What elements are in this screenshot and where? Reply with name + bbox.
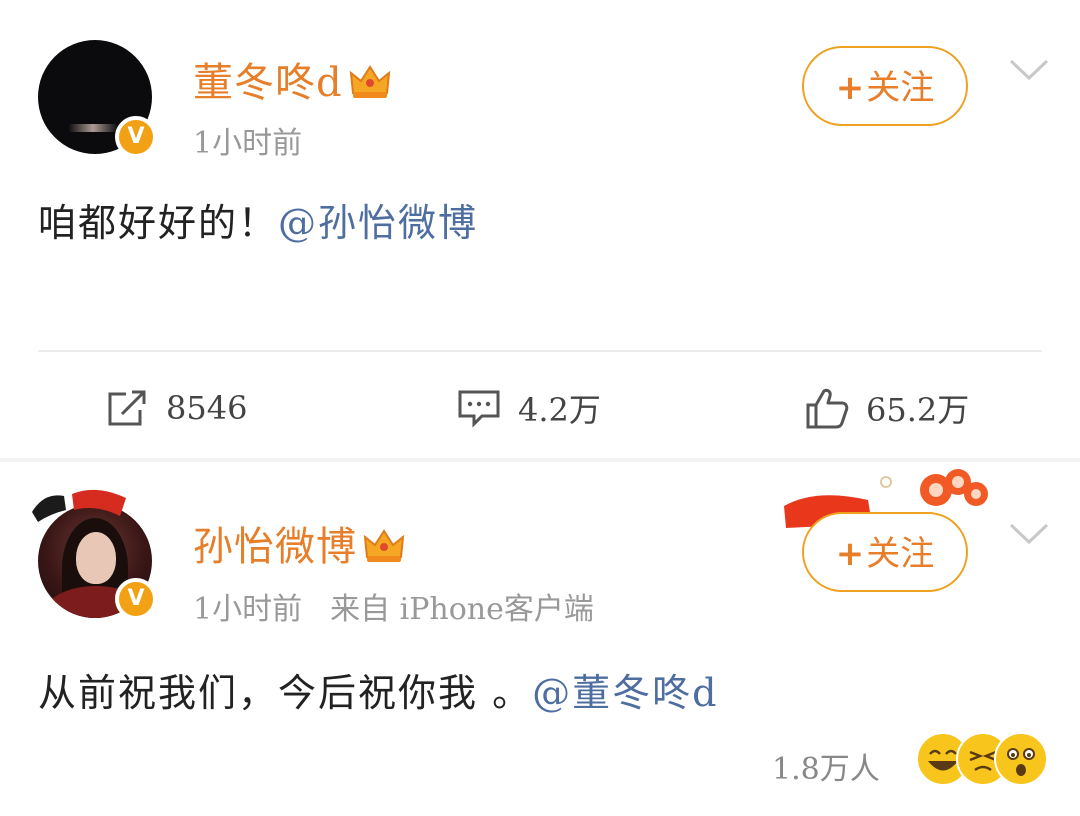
content-text: 从前祝我们，今后祝你我 。 [38, 671, 533, 715]
repost-button[interactable]: 8546 [104, 386, 247, 430]
verified-v-icon: V [115, 578, 157, 620]
divider [38, 350, 1042, 352]
content-text: 咱都好好的！ [38, 201, 279, 245]
reaction-emojis[interactable] [916, 732, 1048, 788]
post-source: 来自 iPhone客户端 [330, 592, 594, 627]
weibo-post-2: V 孙怡微博 1小时前 来自 iPhone客户端 +关注 从前祝我们，今后祝你我 … [0, 462, 1080, 816]
plus-icon: + [835, 534, 865, 574]
avatar-decoration [32, 489, 126, 522]
surprised-emoji [994, 732, 1048, 786]
post-meta: 1小时前 [193, 118, 330, 162]
crown-icon [349, 65, 390, 98]
follow-button[interactable]: +关注 [802, 512, 968, 592]
post-meta: 1小时前 来自 iPhone客户端 [193, 584, 622, 628]
chevron-down-icon[interactable] [1008, 58, 1050, 82]
follow-button[interactable]: +关注 [802, 46, 968, 126]
mention-link[interactable]: @孙怡微博 [278, 201, 478, 245]
verified-v-icon: V [115, 116, 157, 158]
repost-count: 8546 [166, 389, 248, 427]
post-content: 咱都好好的！@孙怡微博 [38, 192, 478, 247]
like-count: 65.2万 [866, 391, 970, 429]
chevron-down-icon[interactable] [1008, 522, 1050, 546]
comment-button[interactable]: 4.2万 [456, 386, 601, 430]
post-time: 1小时前 [193, 126, 303, 161]
username[interactable]: 董冬咚d [193, 50, 391, 108]
thumbs-up-icon [806, 388, 849, 429]
follow-label: 关注 [866, 68, 935, 108]
follow-label: 关注 [866, 534, 935, 574]
comment-count: 4.2万 [518, 391, 601, 429]
username-text[interactable]: 孙怡微博 [193, 524, 357, 570]
reaction-count[interactable]: 1.8万人 [772, 744, 880, 788]
post-time: 1小时前 [193, 592, 303, 627]
mention-link[interactable]: @董冬咚d [532, 671, 718, 715]
repost-icon [108, 390, 146, 426]
comment-icon [458, 390, 500, 428]
username-text[interactable]: 董冬咚d [193, 60, 343, 106]
post-content: 从前祝我们，今后祝你我 。@董冬咚d [38, 662, 718, 717]
crown-icon [363, 529, 405, 562]
weibo-post-1: V 董冬咚d 1小时前 +关注 咱都好好的！@孙怡微博 8546 4.2万 65… [0, 0, 1080, 462]
username[interactable]: 孙怡微博 [193, 514, 405, 572]
plus-icon: + [835, 68, 865, 108]
avatar-glint [68, 124, 118, 132]
like-button[interactable]: 65.2万 [804, 386, 969, 430]
